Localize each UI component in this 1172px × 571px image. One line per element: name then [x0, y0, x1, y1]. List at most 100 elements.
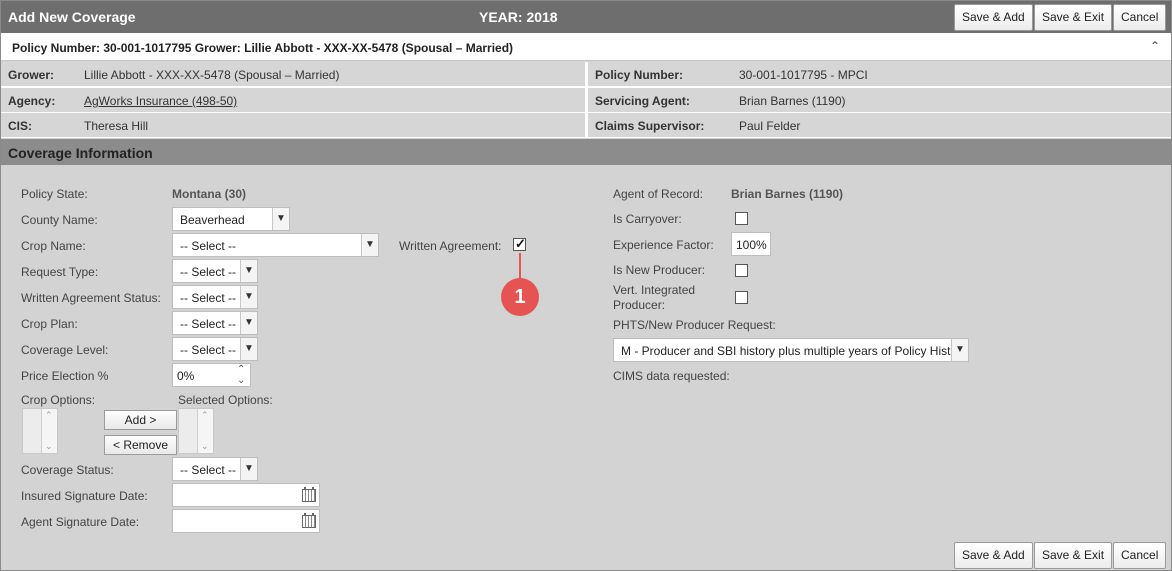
claims-supervisor-value: Paul Felder	[739, 119, 801, 133]
crop-plan-label: Crop Plan:	[21, 317, 78, 331]
servicing-agent-value: Brian Barnes (1190)	[739, 94, 846, 108]
written-agreement-checkbox[interactable]	[513, 236, 526, 252]
written-agreement-label: Written Agreement:	[399, 239, 502, 253]
dialog-title: Add New Coverage	[8, 9, 136, 25]
agency-label: Agency:	[8, 94, 56, 108]
agent-signature-date-input[interactable]	[172, 509, 320, 533]
chevron-down-icon[interactable]: ⌄	[237, 375, 245, 386]
vert-integrated-checkbox[interactable]	[735, 291, 748, 304]
policy-number-row: Policy Number: 30-001-1017795 - MPCI	[588, 62, 1171, 86]
footer-save-exit-button[interactable]: Save & Exit	[1034, 542, 1113, 569]
section-title: Coverage Information	[8, 145, 153, 161]
experience-factor-input[interactable]: 100%	[731, 232, 771, 256]
carryover-checkbox[interactable]	[735, 212, 748, 225]
cis-row: CIS: Theresa Hill	[1, 113, 585, 137]
grower-label: Grower:	[8, 68, 55, 82]
scrollbar[interactable]: ⌃ ⌄	[41, 409, 57, 453]
coverage-status-label: Coverage Status:	[21, 463, 114, 477]
coverage-level-label: Coverage Level:	[21, 343, 109, 357]
claims-supervisor-label: Claims Supervisor:	[595, 119, 705, 133]
cims-label: CIMS data requested:	[613, 369, 730, 383]
vert-integrated-label-line1: Vert. Integrated	[613, 283, 696, 297]
carryover-label: Is Carryover:	[613, 212, 682, 226]
price-election-value: 0%	[177, 369, 195, 383]
chevron-down-icon: ▼	[272, 208, 289, 230]
policy-state-value: Montana (30)	[172, 187, 247, 201]
add-option-button[interactable]: Add >	[104, 410, 177, 430]
request-type-label: Request Type:	[21, 265, 99, 279]
chevron-down-icon: ▼	[240, 458, 257, 480]
chevron-up-icon[interactable]: ⌃	[45, 410, 53, 421]
calendar-icon[interactable]	[301, 487, 317, 503]
wa-status-select-value: -- Select --	[180, 291, 237, 305]
crop-name-label: Crop Name:	[21, 239, 86, 253]
chevron-down-icon[interactable]: ⌄	[201, 441, 209, 452]
selected-options-label: Selected Options:	[178, 393, 273, 407]
save-exit-button[interactable]: Save & Exit	[1034, 4, 1113, 31]
dialog: Add New Coverage YEAR: 2018 Save & Add S…	[0, 0, 1172, 571]
policy-state-label: Policy State:	[21, 187, 88, 201]
crop-name-select[interactable]: -- Select -- ▼	[172, 233, 379, 257]
footer-cancel-button[interactable]: Cancel	[1113, 542, 1167, 569]
calendar-icon[interactable]	[301, 513, 317, 529]
phts-label: PHTS/New Producer Request:	[613, 318, 776, 332]
experience-factor-label: Experience Factor:	[613, 238, 714, 252]
price-election-input[interactable]: 0% ⌃ ⌄	[172, 363, 251, 387]
phts-select-value: M - Producer and SBI history plus multip…	[621, 344, 951, 358]
request-type-select-value: -- Select --	[180, 265, 237, 279]
agent-signature-label: Agent Signature Date:	[21, 515, 140, 529]
wa-status-select[interactable]: -- Select -- ▼	[172, 285, 258, 309]
coverage-level-select-value: -- Select --	[180, 343, 237, 357]
policy-number-value: 30-001-1017795 - MPCI	[739, 68, 868, 82]
cancel-button[interactable]: Cancel	[1113, 4, 1167, 31]
policy-summary-bar[interactable]: Policy Number: 30-001-1017795 Grower: Li…	[1, 33, 1171, 61]
crop-plan-select-value: -- Select --	[180, 317, 237, 331]
remove-option-button[interactable]: < Remove	[104, 435, 177, 455]
crop-options-list[interactable]: ⌃ ⌄	[22, 408, 58, 454]
annotation-marker: 1	[501, 278, 539, 316]
agency-row: Agency: AgWorks Insurance (498-50)	[1, 88, 585, 112]
agent-of-record-label: Agent of Record:	[613, 187, 704, 201]
agent-of-record-value: Brian Barnes (1190)	[731, 187, 844, 201]
chevron-down-icon: ▼	[240, 312, 257, 334]
chevron-up-icon[interactable]: ⌃	[201, 410, 209, 421]
price-election-label: Price Election %	[21, 369, 109, 383]
phts-select[interactable]: M - Producer and SBI history plus multip…	[613, 338, 969, 362]
county-label: County Name:	[21, 213, 98, 227]
selected-options-list[interactable]: ⌃ ⌄	[178, 408, 214, 454]
vert-integrated-label-line2: Producer:	[613, 298, 666, 312]
agency-link[interactable]: AgWorks Insurance (498-50)	[84, 94, 237, 108]
county-select-value: Beaverhead	[180, 213, 245, 227]
new-producer-checkbox[interactable]	[735, 264, 748, 277]
cis-value: Theresa Hill	[84, 119, 149, 133]
crop-plan-select[interactable]: -- Select -- ▼	[172, 311, 258, 335]
experience-factor-value: 100%	[736, 238, 767, 252]
crop-name-select-value: -- Select --	[180, 239, 237, 253]
chevron-down-icon: ▼	[361, 234, 378, 256]
policy-number-label: Policy Number:	[595, 68, 684, 82]
scrollbar[interactable]: ⌃ ⌄	[197, 409, 213, 453]
dialog-header: Add New Coverage YEAR: 2018 Save & Add S…	[1, 1, 1171, 33]
crop-options-label: Crop Options:	[21, 393, 96, 407]
collapse-icon[interactable]: ⌃	[1150, 39, 1160, 53]
footer-save-add-button[interactable]: Save & Add	[954, 542, 1033, 569]
chevron-down-icon: ▼	[240, 260, 257, 282]
chevron-down-icon: ▼	[240, 338, 257, 360]
chevron-down-icon: ▼	[951, 339, 968, 361]
chevron-up-icon[interactable]: ⌃	[237, 364, 245, 375]
spinner[interactable]: ⌃ ⌄	[233, 364, 250, 388]
coverage-status-select[interactable]: -- Select -- ▼	[172, 457, 258, 481]
coverage-info-header: Coverage Information	[1, 139, 1171, 165]
chevron-down-icon[interactable]: ⌄	[45, 441, 53, 452]
county-select[interactable]: Beaverhead ▼	[172, 207, 290, 231]
request-type-select[interactable]: -- Select -- ▼	[172, 259, 258, 283]
coverage-level-select[interactable]: -- Select -- ▼	[172, 337, 258, 361]
save-add-button[interactable]: Save & Add	[954, 4, 1033, 31]
insured-signature-date-input[interactable]	[172, 483, 320, 507]
policy-summary-text: Policy Number: 30-001-1017795 Grower: Li…	[12, 41, 514, 55]
new-producer-label: Is New Producer:	[613, 263, 706, 277]
cis-label: CIS:	[8, 119, 32, 133]
annotation-pointer	[519, 253, 521, 279]
servicing-agent-label: Servicing Agent:	[595, 94, 690, 108]
chevron-down-icon: ▼	[240, 286, 257, 308]
